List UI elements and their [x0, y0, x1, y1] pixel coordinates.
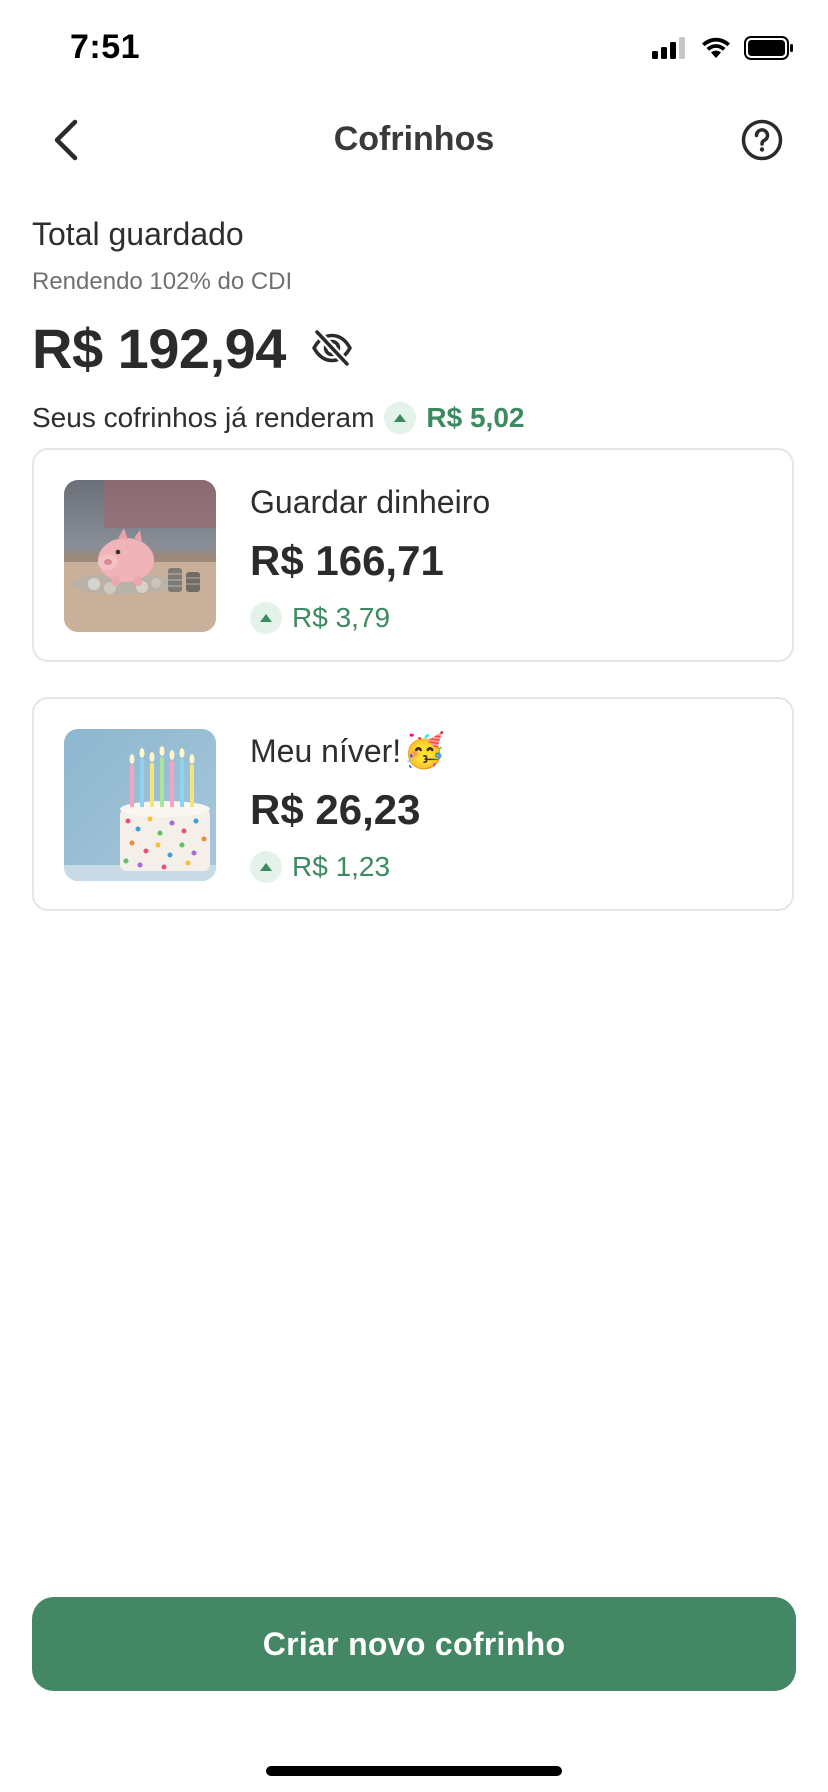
toggle-visibility-button[interactable]: [308, 324, 356, 372]
card-yield: R$ 3,79: [250, 600, 490, 636]
party-face-emoji: 🥳: [403, 732, 446, 770]
up-arrow-icon: [250, 602, 282, 634]
earned-label: Seus cofrinhos já renderam: [32, 402, 375, 433]
yield-rate: Rendendo 102% do CDI: [32, 268, 293, 295]
savings-card[interactable]: Guardar dinheiro R$ 166,71 R$ 3,79: [32, 448, 794, 662]
question-circle-icon: [741, 119, 783, 161]
battery-icon: [744, 36, 793, 60]
piggy-bank-image: [64, 480, 216, 632]
card-info: Meu níver! 🥳 R$ 26,23 R$ 1,23: [250, 729, 446, 885]
card-yield-value: R$ 3,79: [292, 602, 391, 633]
savings-summary: Total guardado Rendendo 102% do CDI R$ 1…: [32, 212, 796, 440]
card-name-text: Meu níver!: [250, 733, 402, 769]
birthday-cake-image: [64, 729, 216, 881]
card-amount: R$ 26,23: [250, 786, 421, 833]
up-arrow-icon: [384, 402, 417, 434]
home-indicator: [266, 1766, 562, 1776]
signal-icon: [652, 37, 685, 59]
create-savings-button[interactable]: Criar novo cofrinho: [32, 1597, 796, 1691]
up-arrow-icon: [250, 851, 282, 883]
card-yield: R$ 1,23: [250, 849, 446, 885]
card-yield-value: R$ 1,23: [292, 851, 391, 882]
savings-card[interactable]: Meu níver! 🥳 R$ 26,23 R$ 1,23: [32, 697, 794, 911]
card-name: Guardar dinheiro: [250, 480, 490, 524]
card-amount: R$ 166,71: [250, 537, 444, 584]
card-info: Guardar dinheiro R$ 166,71 R$ 3,79: [250, 480, 490, 636]
status-time: 7:51: [70, 28, 141, 66]
total-balance: R$ 192,94: [32, 316, 286, 380]
page-title: Cofrinhos: [333, 120, 495, 158]
card-name-text: Guardar dinheiro: [250, 484, 491, 520]
earned-row: Seus cofrinhos já renderam R$ 5,02: [32, 396, 796, 440]
total-label: Total guardado: [32, 216, 244, 252]
card-name: Meu níver! 🥳: [250, 729, 446, 773]
earned-value: R$ 5,02: [426, 402, 525, 433]
eye-off-icon: [312, 328, 352, 368]
status-icons: [652, 36, 794, 60]
nav-header: Cofrinhos: [0, 100, 828, 180]
wifi-icon: [702, 37, 730, 58]
balance-row: R$ 192,94: [32, 308, 796, 388]
status-bar: 7:51: [0, 0, 828, 100]
help-button[interactable]: [738, 116, 786, 164]
